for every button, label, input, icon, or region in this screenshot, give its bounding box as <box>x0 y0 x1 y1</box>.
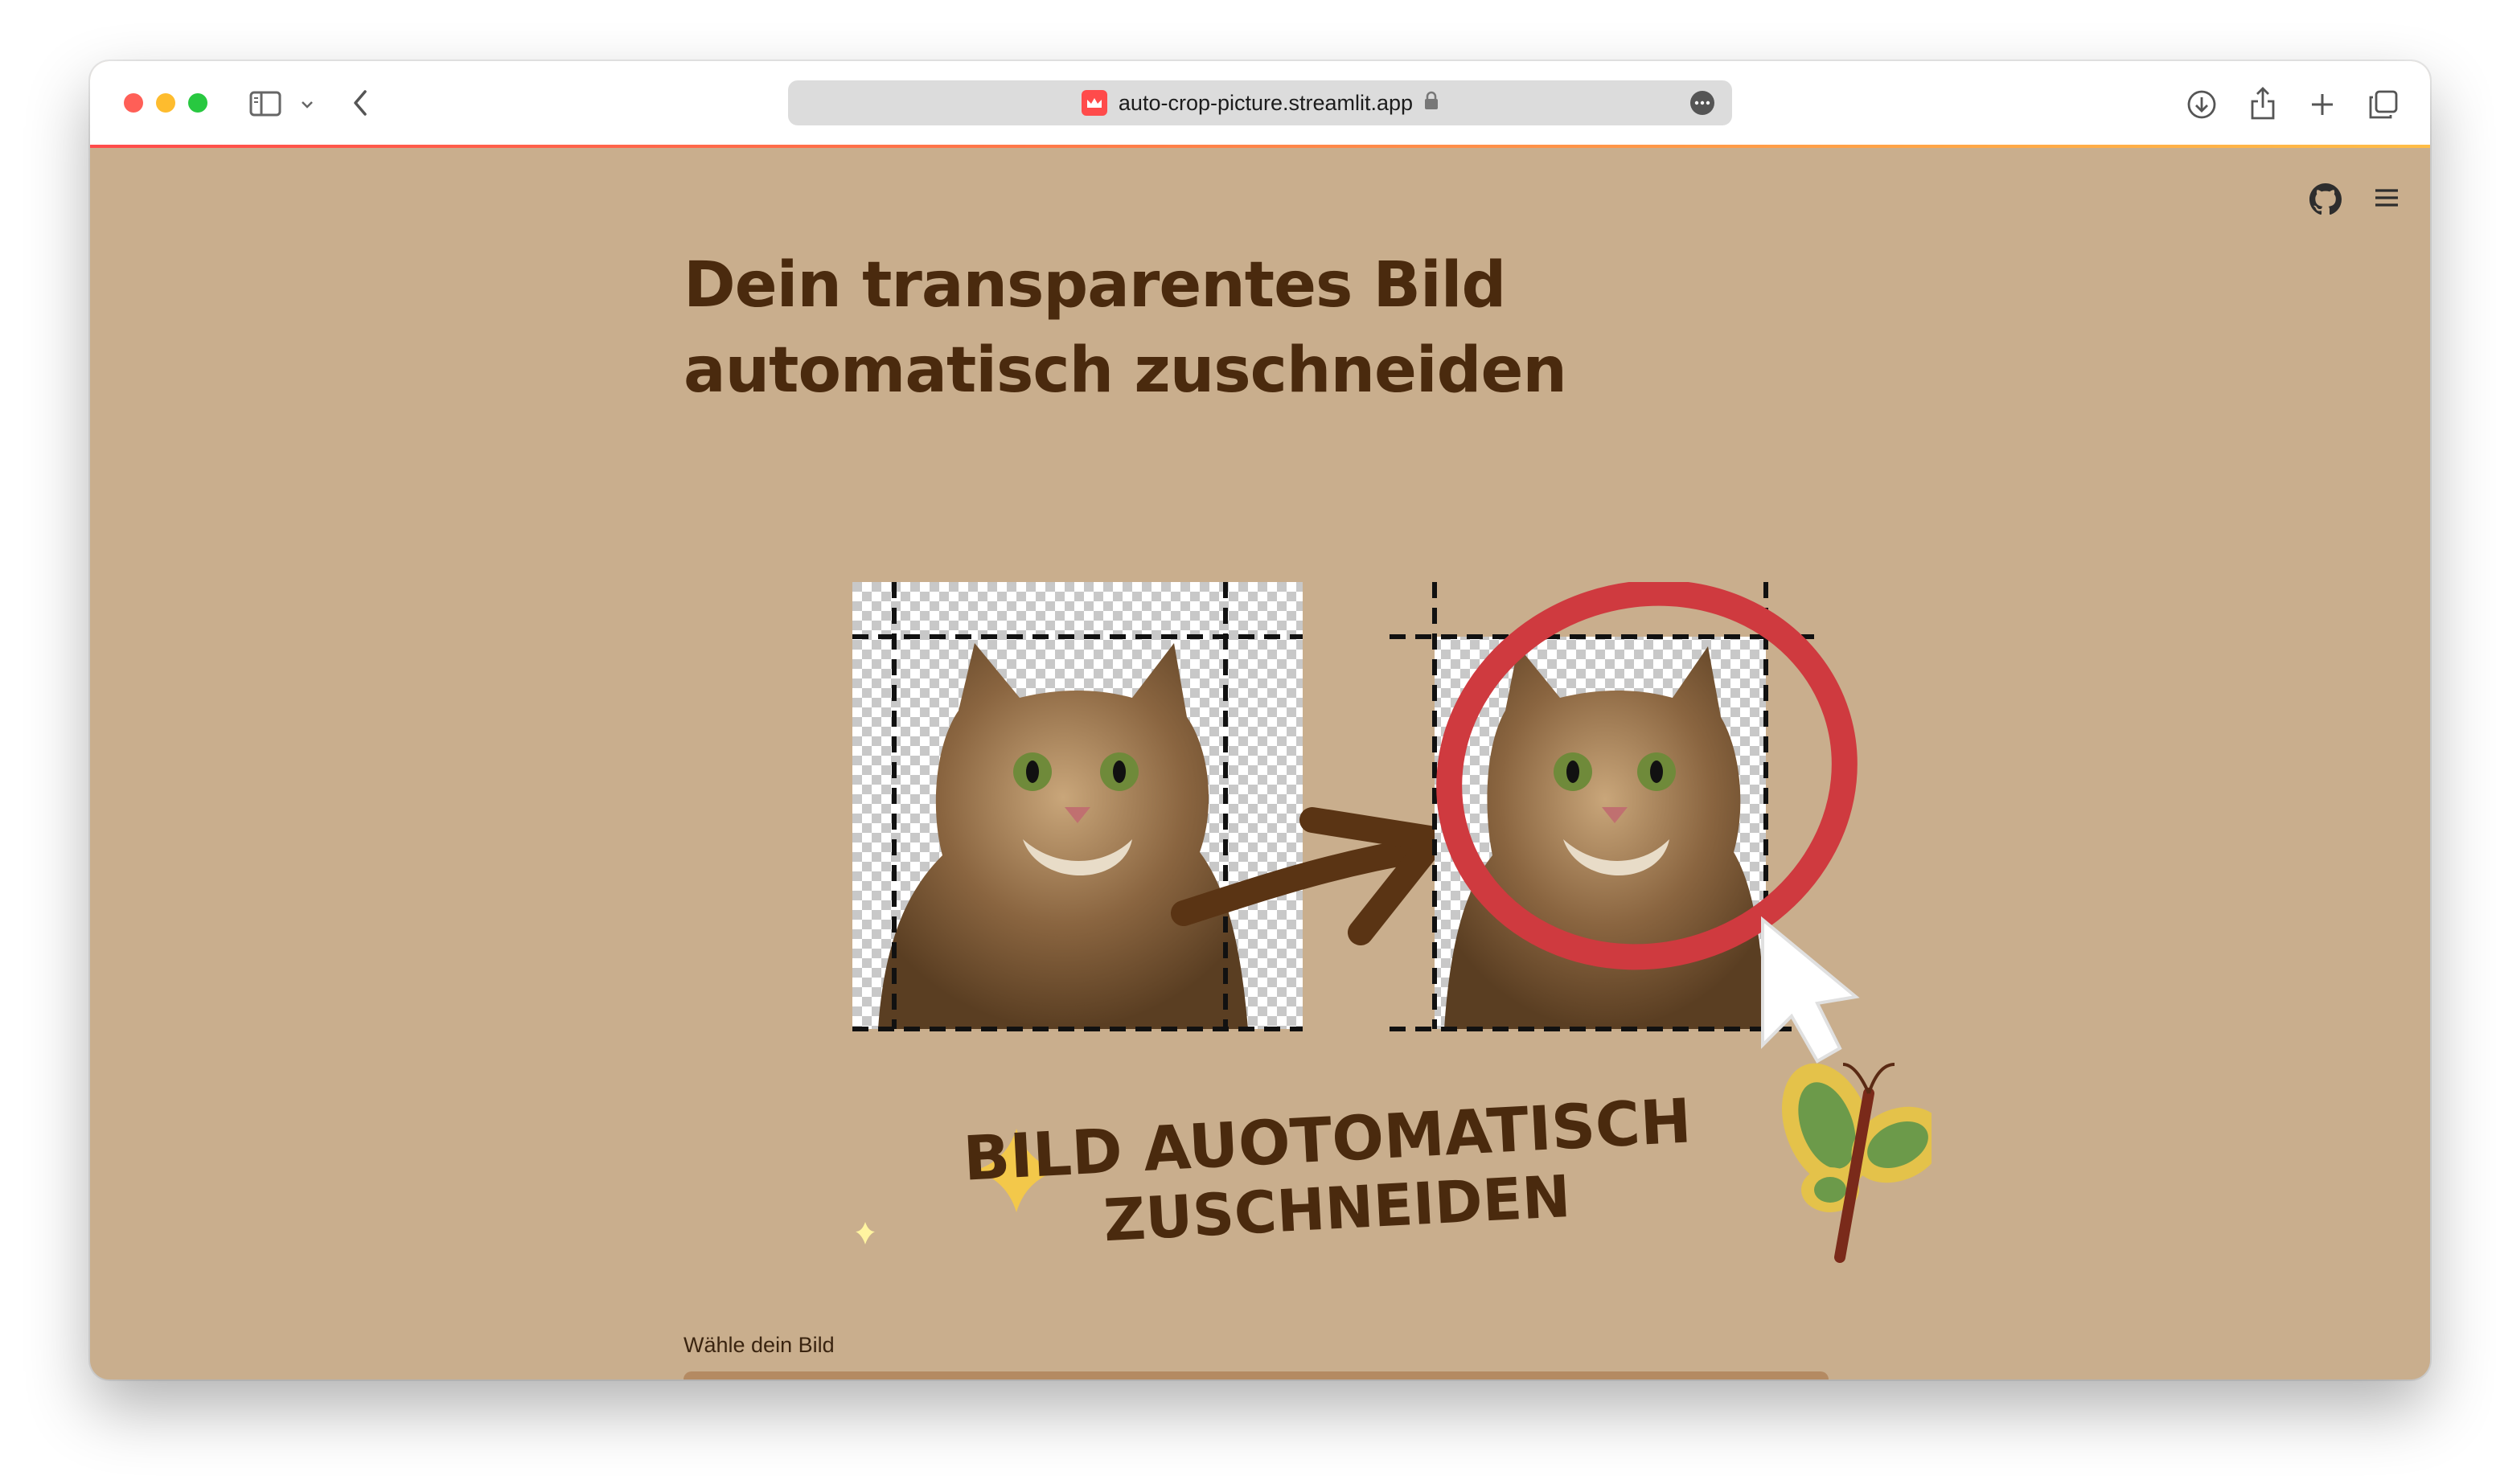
cat-crop-banner-image: BILD AUOTOMATISCH ZUSCHNEIDEN <box>852 582 1932 1263</box>
page-title: Dein transparentes Bild automatisch zusc… <box>684 243 1568 413</box>
butterfly-illustration <box>1781 1063 1932 1263</box>
tab-overview-icon[interactable] <box>2366 87 2401 122</box>
sidebar-toggle-icon[interactable] <box>248 88 283 119</box>
back-arrow-icon[interactable] <box>346 87 375 119</box>
zoom-window-button[interactable] <box>188 93 207 113</box>
github-icon[interactable] <box>2309 183 2342 215</box>
download-icon[interactable] <box>2184 87 2219 122</box>
address-bar[interactable]: auto-crop-picture.streamlit.app <box>788 80 1732 125</box>
share-icon[interactable] <box>2245 84 2280 122</box>
file-uploader-label: Wähle dein Bild <box>684 1333 835 1357</box>
close-window-button[interactable] <box>124 93 143 113</box>
chevron-down-icon[interactable] <box>296 93 318 116</box>
app-content: Dein transparentes Bild automatisch zusc… <box>90 148 2430 1379</box>
hamburger-menu-icon[interactable] <box>2372 183 2404 215</box>
cropped-image-panel <box>1390 582 1860 1064</box>
file-uploader-dropzone[interactable] <box>684 1371 1829 1379</box>
page-title-line-2: automatisch zuschneiden <box>684 334 1567 407</box>
new-tab-icon[interactable] <box>2306 88 2338 121</box>
page-title-line-1: Dein transparentes Bild <box>684 249 1506 322</box>
lock-icon <box>1424 91 1439 116</box>
minimize-window-button[interactable] <box>156 93 175 113</box>
page-options-icon[interactable] <box>1690 91 1714 115</box>
browser-window: auto-crop-picture.streamlit.app Dein tra… <box>90 61 2430 1379</box>
url-text: auto-crop-picture.streamlit.app <box>1118 90 1414 115</box>
browser-toolbar: auto-crop-picture.streamlit.app <box>90 61 2430 147</box>
original-image-panel <box>852 582 1303 1031</box>
streamlit-favicon-icon <box>1081 90 1107 116</box>
